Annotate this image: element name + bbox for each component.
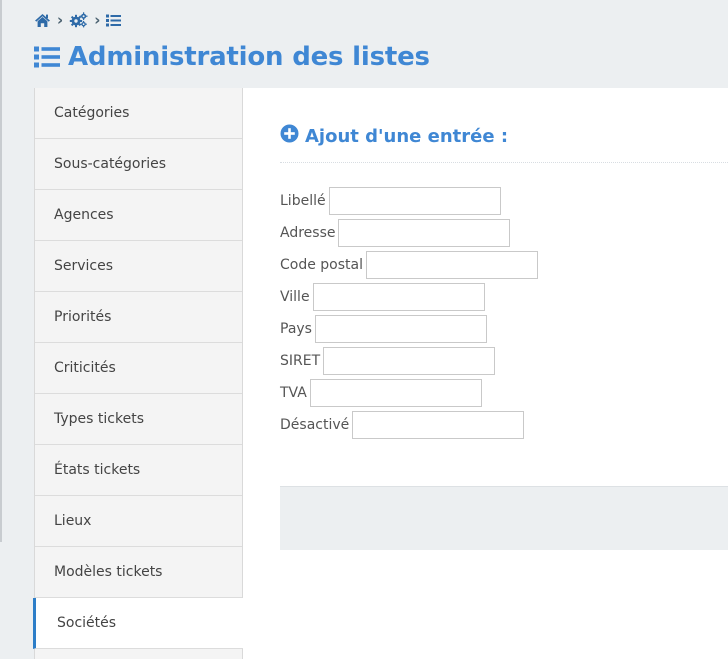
breadcrumb-separator: ›	[94, 11, 101, 29]
page-title: Administration des listes	[34, 40, 430, 74]
home-icon[interactable]	[34, 13, 51, 28]
sidebar-item-types-tickets[interactable]: Types tickets	[35, 394, 242, 445]
tva-label: TVA	[280, 385, 307, 401]
ville-label: Ville	[280, 289, 310, 305]
add-entry-form: Libellé Adresse Code postal Ville Pays S…	[280, 185, 538, 441]
list-icon[interactable]	[106, 14, 122, 27]
libelle-input[interactable]	[328, 187, 501, 215]
page-title-text: Administration des listes	[68, 42, 430, 72]
ville-input[interactable]	[312, 283, 485, 311]
adresse-label: Adresse	[280, 225, 336, 241]
sidebar-item-lieux[interactable]: Lieux	[35, 496, 242, 547]
tva-input[interactable]	[309, 379, 482, 407]
siret-input[interactable]	[323, 347, 496, 375]
section-divider	[280, 162, 728, 163]
section-title: Ajout d'une entrée :	[280, 124, 508, 148]
form-row-code-postal: Code postal	[280, 249, 538, 281]
libelle-label: Libellé	[280, 193, 326, 209]
sidebar-item-etats-tickets[interactable]: États tickets	[35, 445, 242, 496]
pays-input[interactable]	[314, 315, 487, 343]
sidebar-item-priorites[interactable]: Priorités	[35, 292, 242, 343]
adresse-input[interactable]	[338, 219, 511, 247]
form-row-libelle: Libellé	[280, 185, 538, 217]
form-row-tva: TVA	[280, 377, 538, 409]
sidebar-item-criticites[interactable]: Criticités	[35, 343, 242, 394]
form-row-siret: SIRET	[280, 345, 538, 377]
plus-circle-icon	[280, 122, 299, 150]
breadcrumb: › ›	[34, 10, 122, 30]
sidebar-item-sous-categories[interactable]: Sous-catégories	[35, 139, 242, 190]
sidebar-item-services[interactable]: Services	[35, 241, 242, 292]
siret-label: SIRET	[280, 353, 321, 369]
sidebar: Catégories Sous-catégories Agences Servi…	[33, 88, 243, 659]
main-panel: Ajout d'une entrée : Libellé Adresse Cod…	[243, 88, 728, 659]
sidebar-item-modeles-tickets[interactable]: Modèles tickets	[35, 547, 242, 598]
form-row-ville: Ville	[280, 281, 538, 313]
sidebar-item-categories[interactable]: Catégories	[35, 88, 242, 139]
form-row-pays: Pays	[280, 313, 538, 345]
list-icon	[34, 39, 60, 76]
code-postal-label: Code postal	[280, 257, 363, 273]
window-left-edge	[0, 0, 2, 542]
gears-icon[interactable]	[69, 12, 88, 28]
form-actions-bar	[280, 486, 728, 550]
code-postal-input[interactable]	[366, 251, 538, 279]
pays-label: Pays	[280, 321, 312, 337]
sidebar-item-societes[interactable]: Sociétés	[33, 598, 243, 649]
breadcrumb-separator: ›	[57, 11, 64, 29]
desactive-input[interactable]	[352, 411, 525, 439]
form-row-desactive: Désactivé	[280, 409, 538, 441]
section-title-text: Ajout d'une entrée :	[305, 125, 509, 147]
desactive-label: Désactivé	[280, 417, 350, 433]
form-row-adresse: Adresse	[280, 217, 538, 249]
sidebar-item-agences[interactable]: Agences	[35, 190, 242, 241]
